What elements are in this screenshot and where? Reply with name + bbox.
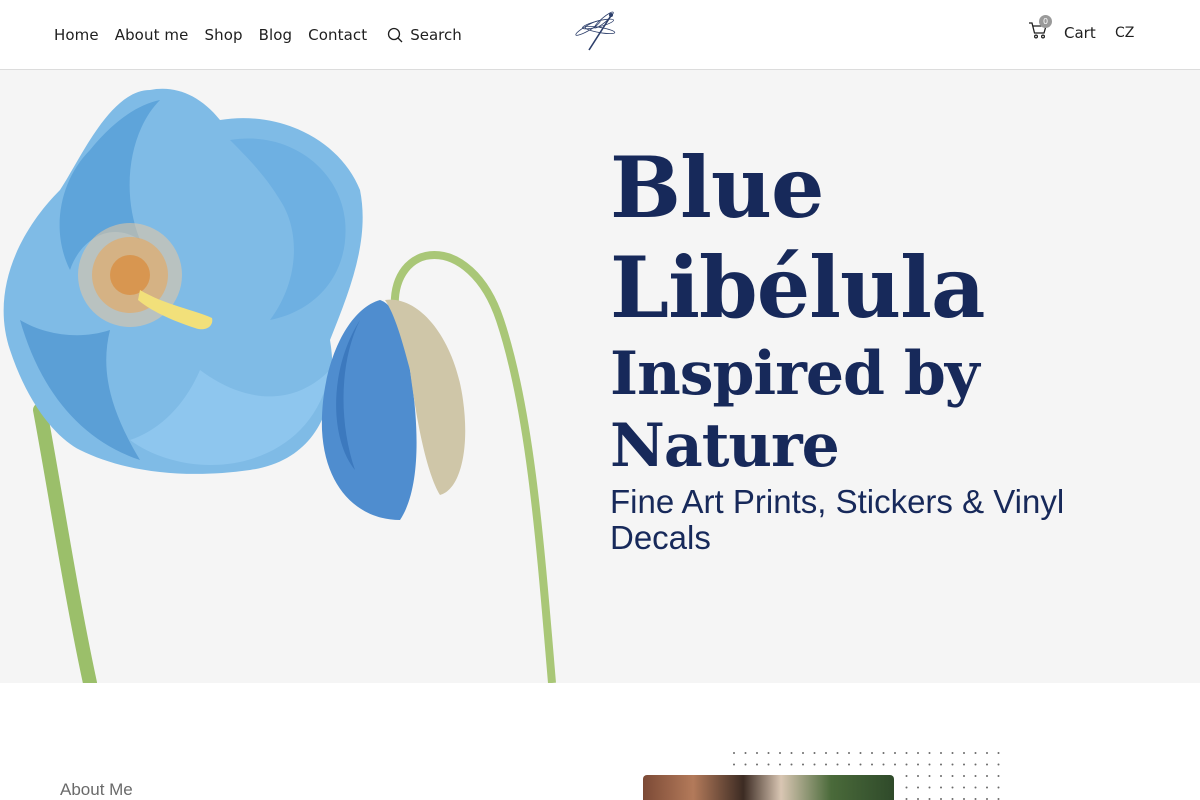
cart-icon: 0 [1028, 15, 1052, 42]
nav-shop-link[interactable]: Shop [204, 26, 242, 44]
search-label: Search [410, 26, 462, 44]
hero-title-line2: Libélula [610, 238, 985, 337]
site-header: Home About me Shop Blog Contact Search 0 [0, 0, 1200, 70]
nav-blog-link[interactable]: Blog [259, 26, 293, 44]
hero-section: Blue Libélula Inspired by Nature Fine Ar… [0, 70, 1200, 683]
about-me-heading: About Me [60, 780, 133, 799]
search-icon [388, 27, 403, 43]
about-photo [643, 775, 894, 800]
cart-count-badge: 0 [1039, 15, 1052, 28]
nav-about-link[interactable]: About me [115, 26, 189, 44]
nav-contact-link[interactable]: Contact [308, 26, 367, 44]
hero-subtitle-line2: Nature [610, 411, 840, 481]
hero-subtitle-line1: Inspired by [610, 339, 980, 409]
cart-label: Cart [1064, 24, 1096, 42]
main-nav: Home About me Shop Blog Contact Search [54, 0, 462, 70]
nav-home-link[interactable]: Home [54, 26, 99, 44]
cart-button[interactable]: 0 Cart [1028, 15, 1096, 42]
hero-title-line1: Blue [610, 138, 824, 237]
language-switch[interactable]: CZ [1115, 25, 1134, 41]
search-button[interactable]: Search [387, 26, 462, 44]
hero-heading-block: Blue Libélula Inspired by Nature Fine Ar… [610, 138, 1170, 556]
hero-tagline: Fine Art Prints, Stickers & Vinyl Decals [610, 483, 1065, 556]
dragonfly-logo-icon[interactable] [568, 10, 622, 54]
blue-poppy-illustration [3, 88, 556, 683]
